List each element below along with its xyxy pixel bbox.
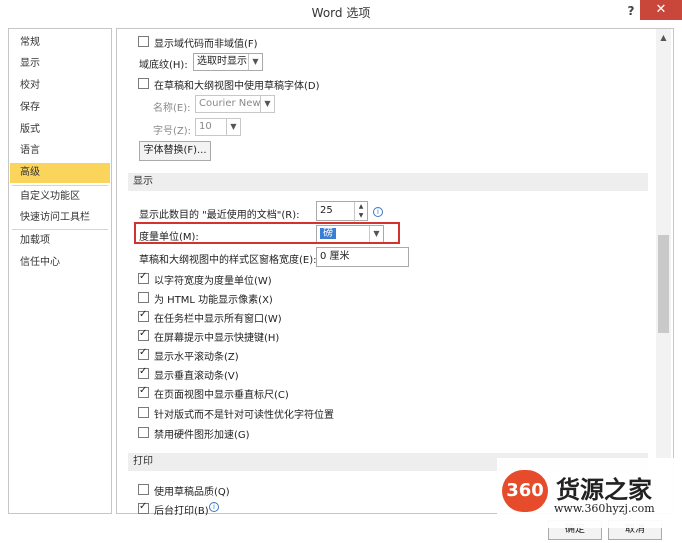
font-size-value: 10 bbox=[199, 121, 212, 132]
style-area-width-label: 草稿和大纲视图中的样式区窗格宽度(E): bbox=[139, 255, 317, 266]
taskbar-windows-label: 在任务栏中显示所有窗口(W) bbox=[154, 314, 282, 325]
sidebar-divider bbox=[12, 229, 108, 230]
horizontal-scrollbar-checkbox[interactable] bbox=[138, 347, 149, 360]
close-button[interactable]: ✕ bbox=[640, 0, 682, 20]
scroll-up-icon[interactable]: ▲ bbox=[656, 31, 671, 45]
disable-hw-accel-label: 禁用硬件图形加速(G) bbox=[154, 430, 250, 441]
watermark-url: www.360hyzj.com bbox=[554, 502, 655, 515]
sidebar-item-save[interactable]: 保存 bbox=[10, 98, 110, 118]
sidebar-item-proofing[interactable]: 校对 bbox=[10, 76, 110, 96]
sidebar-item-layout[interactable]: 版式 bbox=[10, 120, 110, 140]
sidebar-item-add-ins[interactable]: 加载项 bbox=[10, 231, 110, 251]
help-button[interactable]: ? bbox=[622, 2, 640, 20]
draft-quality-label: 使用草稿品质(Q) bbox=[154, 487, 230, 498]
field-codes-label: 显示域代码而非域值(F) bbox=[154, 39, 258, 50]
sidebar: 常规 显示 校对 保存 版式 语言 高级 自定义功能区 快速访问工具栏 加载项 … bbox=[8, 28, 112, 514]
char-width-units-checkbox[interactable] bbox=[138, 271, 149, 284]
draft-quality-checkbox[interactable] bbox=[138, 484, 149, 495]
recent-docs-value: 25 bbox=[320, 205, 333, 216]
section-display: 显示 bbox=[128, 173, 648, 191]
chevron-down-icon: ▼ bbox=[248, 54, 262, 70]
sidebar-item-trust-center[interactable]: 信任中心 bbox=[10, 253, 110, 273]
font-substitution-button[interactable]: 字体替换(F)... bbox=[139, 141, 211, 161]
font-name-select[interactable]: Courier New ▼ bbox=[195, 95, 275, 113]
font-name-value: Courier New bbox=[199, 98, 261, 109]
spin-up-icon[interactable]: ▲ bbox=[355, 202, 367, 211]
sidebar-item-advanced[interactable]: 高级 bbox=[10, 163, 110, 183]
field-codes-checkbox[interactable] bbox=[138, 36, 149, 47]
info-icon: i bbox=[209, 502, 219, 512]
taskbar-windows-checkbox[interactable] bbox=[138, 309, 149, 322]
background-print-checkbox[interactable] bbox=[138, 501, 149, 514]
char-width-units-label: 以字符宽度为度量单位(W) bbox=[154, 276, 272, 287]
optimize-char-position-label: 针对版式而不是针对可读性优化字符位置 bbox=[154, 410, 334, 421]
sidebar-item-language[interactable]: 语言 bbox=[10, 141, 110, 161]
disable-hw-accel-checkbox[interactable] bbox=[138, 427, 149, 438]
background-print-label: 后台打印(B) bbox=[154, 506, 209, 517]
screentip-shortcuts-label: 在屏幕提示中显示快捷键(H) bbox=[154, 333, 280, 344]
field-shading-value: 选取时显示 bbox=[197, 56, 247, 67]
sidebar-item-quick-access-toolbar[interactable]: 快速访问工具栏 bbox=[10, 208, 110, 228]
font-name-label: 名称(E): bbox=[153, 103, 191, 114]
vertical-scrollbar-checkbox[interactable] bbox=[138, 366, 149, 379]
sidebar-item-display[interactable]: 显示 bbox=[10, 54, 110, 74]
vertical-scrollbar-label: 显示垂直滚动条(V) bbox=[154, 371, 239, 382]
html-pixels-label: 为 HTML 功能显示像素(X) bbox=[154, 295, 273, 306]
vertical-ruler-checkbox[interactable] bbox=[138, 385, 149, 398]
chevron-down-icon: ▼ bbox=[260, 96, 274, 112]
watermark-logo: 360 bbox=[502, 470, 548, 512]
vertical-ruler-label: 在页面视图中显示垂直标尺(C) bbox=[154, 390, 289, 401]
optimize-char-position-checkbox[interactable] bbox=[138, 407, 149, 418]
horizontal-scrollbar-label: 显示水平滚动条(Z) bbox=[154, 352, 239, 363]
info-icon: i bbox=[373, 207, 383, 217]
font-size-label: 字号(Z): bbox=[153, 126, 192, 137]
spinner-arrows[interactable]: ▲ ▼ bbox=[354, 202, 367, 222]
field-shading-label: 域底纹(H): bbox=[139, 60, 188, 71]
sidebar-item-general[interactable]: 常规 bbox=[10, 33, 110, 53]
style-area-width-input[interactable]: 0 厘米 bbox=[316, 247, 409, 267]
html-pixels-checkbox[interactable] bbox=[138, 292, 149, 303]
recent-docs-spinner[interactable]: 25 ▲ ▼ bbox=[316, 201, 368, 222]
highlight-annotation bbox=[134, 222, 400, 244]
font-size-select[interactable]: 10 ▼ bbox=[195, 118, 241, 136]
window-title: Word 选项 bbox=[311, 6, 371, 20]
sidebar-item-customize-ribbon[interactable]: 自定义功能区 bbox=[10, 187, 110, 207]
draft-font-label: 在草稿和大纲视图中使用草稿字体(D) bbox=[154, 81, 320, 92]
recent-docs-label: 显示此数目的 "最近使用的文档"(R): bbox=[139, 210, 300, 221]
draft-font-checkbox[interactable] bbox=[138, 78, 149, 89]
field-shading-select[interactable]: 选取时显示 ▼ bbox=[193, 53, 263, 71]
sidebar-divider bbox=[12, 185, 108, 186]
scrollbar-thumb[interactable] bbox=[658, 235, 669, 333]
screentip-shortcuts-checkbox[interactable] bbox=[138, 328, 149, 341]
spin-down-icon[interactable]: ▼ bbox=[355, 211, 367, 220]
chevron-down-icon: ▼ bbox=[226, 119, 240, 135]
watermark-title: 货源之家 bbox=[556, 475, 652, 504]
